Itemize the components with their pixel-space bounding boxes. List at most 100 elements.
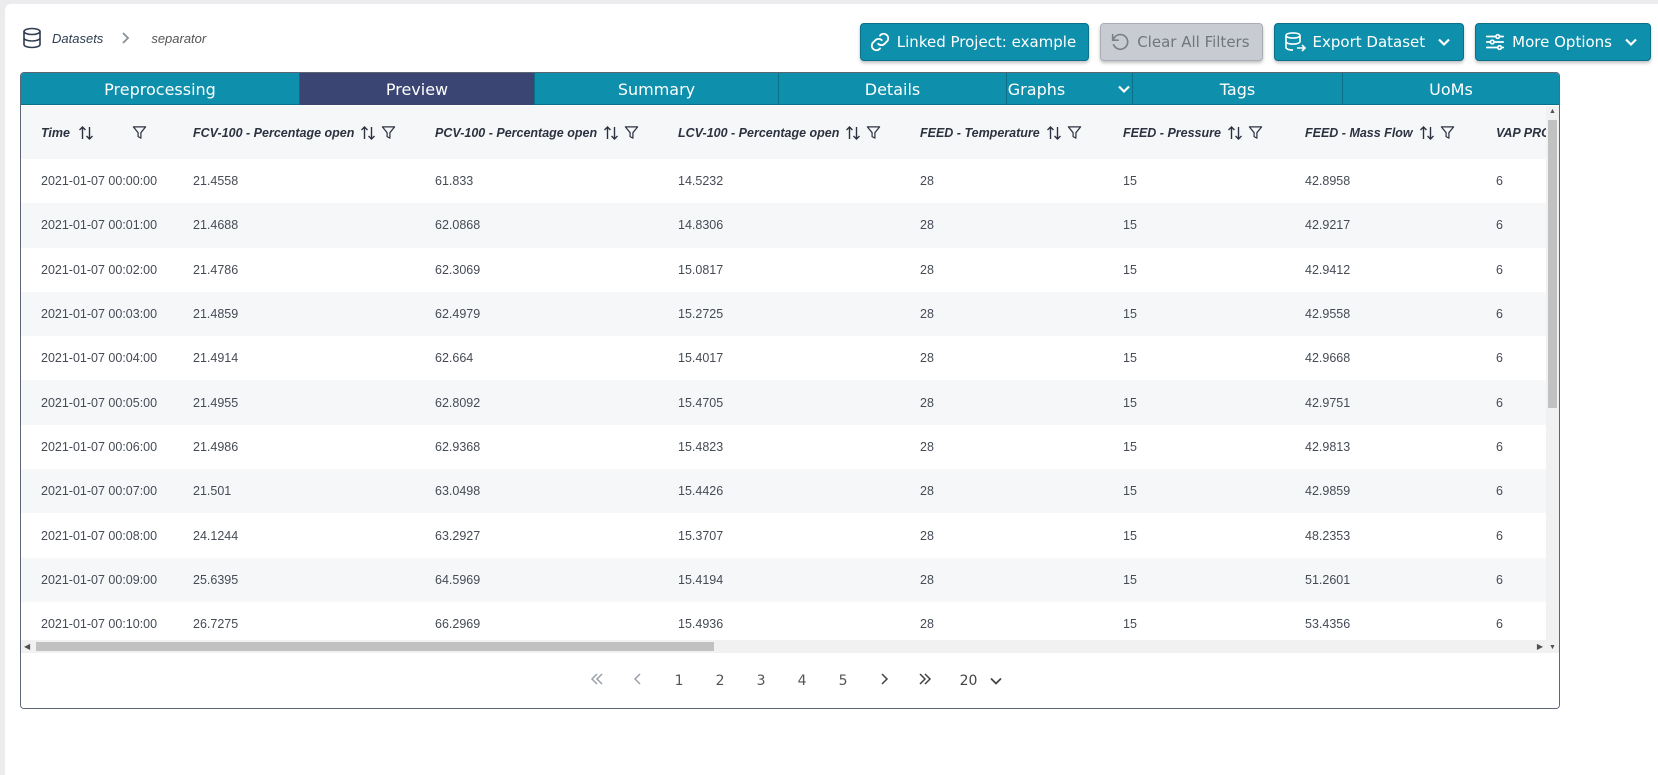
linked-project-button[interactable]: Linked Project: example — [859, 23, 1090, 61]
filter-icon[interactable] — [1248, 125, 1263, 140]
table-cell: 21.4955 — [173, 380, 415, 425]
prev-page-button[interactable] — [618, 672, 659, 689]
table-cell: 62.0868 — [415, 203, 658, 248]
column-header-label[interactable]: VAP PRO — [1496, 126, 1551, 140]
scroll-up-arrow[interactable]: ▲ — [1549, 108, 1556, 115]
page-button-1[interactable]: 1 — [659, 673, 700, 689]
page-size-select[interactable]: 20 — [960, 673, 1004, 689]
table-row[interactable]: 2021-01-07 00:02:00 21.4786 62.3069 15.0817… — [21, 247, 1559, 292]
table-row[interactable]: 2021-01-07 00:08:00 24.1244 63.2927 15.3707… — [21, 513, 1559, 558]
column-header-label[interactable]: FEED - Temperature — [920, 126, 1040, 140]
column-header-cell: FCV-100 - Percentage open — [193, 125, 415, 141]
table-cell: 28 — [900, 159, 1103, 204]
double-chevron-left-icon — [591, 672, 603, 685]
chevron-down-icon[interactable] — [1117, 82, 1131, 96]
table-cell: 62.4979 — [415, 291, 658, 337]
last-page-button[interactable] — [905, 672, 946, 689]
scroll-down-arrow[interactable]: ▼ — [1549, 644, 1556, 651]
tab-graphs[interactable]: Graphs — [1007, 73, 1133, 105]
column-header-label[interactable]: PCV-100 - Percentage open — [435, 126, 597, 140]
table-body: 2021-01-07 00:00:00 21.4558 61.833 14.5232 2… — [21, 159, 1559, 647]
table-row[interactable]: 2021-01-07 00:06:00 21.4986 62.9368 15.4823… — [21, 424, 1559, 470]
tab-tags[interactable]: Tags — [1133, 73, 1343, 105]
table-cell: 21.4558 — [173, 159, 415, 204]
horizontal-scrollbar[interactable]: ◀ ▶ — [21, 640, 1546, 653]
filter-icon[interactable] — [132, 125, 147, 140]
table-cell: 42.9412 — [1285, 247, 1476, 292]
horizontal-scroll-thumb[interactable] — [36, 642, 714, 651]
sort-icon[interactable] — [360, 125, 376, 141]
sort-icon[interactable] — [1419, 125, 1435, 141]
table-row[interactable]: 2021-01-07 00:07:00 21.501 63.0498 15.4426 2… — [21, 469, 1559, 514]
column-header-label[interactable]: Time — [41, 126, 70, 140]
column-header-label[interactable]: FEED - Mass Flow — [1305, 126, 1413, 140]
table-cell: 15 — [1103, 557, 1285, 602]
page-button-4[interactable]: 4 — [782, 673, 823, 689]
chevron-right-icon — [122, 32, 130, 44]
column-header-label[interactable]: FEED - Pressure — [1123, 126, 1221, 140]
table-cell: 28 — [900, 336, 1103, 381]
sliders-icon — [1486, 33, 1505, 51]
scroll-left-arrow[interactable]: ◀ — [24, 642, 30, 651]
sort-icon[interactable] — [603, 125, 619, 141]
next-page-button[interactable] — [864, 672, 905, 689]
sort-icon[interactable] — [1046, 125, 1062, 141]
table-row[interactable]: 2021-01-07 00:00:00 21.4558 61.833 14.5232 2… — [21, 159, 1559, 204]
tab-summary[interactable]: Summary — [535, 73, 779, 105]
table-cell: 2021-01-07 00:04:00 — [21, 336, 173, 381]
table-cell: 15.4017 — [658, 336, 900, 381]
vertical-scrollbar[interactable]: ▲ ▼ — [1546, 106, 1559, 653]
column-header-label[interactable]: LCV-100 - Percentage open — [678, 126, 839, 140]
data-grid: Time FCV-100 - Percentage open PCV-100 - P… — [21, 106, 1559, 653]
page-button-3[interactable]: 3 — [741, 673, 782, 689]
filter-icon[interactable] — [1067, 125, 1082, 140]
tab-preprocessing[interactable]: Preprocessing — [21, 73, 300, 105]
table-cell: 21.4786 — [173, 247, 415, 292]
table-row[interactable]: 2021-01-07 00:09:00 25.6395 64.5969 15.4194… — [21, 557, 1559, 602]
sort-icon[interactable] — [845, 125, 861, 141]
export-dataset-label: Export Dataset — [1312, 33, 1426, 51]
tab-details[interactable]: Details — [779, 73, 1007, 105]
table-cell: 21.4859 — [173, 291, 415, 337]
scroll-right-arrow[interactable]: ▶ — [1537, 642, 1543, 651]
table-row[interactable]: 2021-01-07 00:04:00 21.4914 62.664 15.4017 2… — [21, 336, 1559, 381]
table-cell: 15.0817 — [658, 247, 900, 292]
breadcrumb-datasets-link[interactable]: Datasets — [52, 31, 103, 46]
table-cell: 15 — [1103, 159, 1285, 204]
more-options-button[interactable]: More Options — [1475, 23, 1651, 61]
table-cell: 62.9368 — [415, 424, 658, 470]
clear-all-filters-button[interactable]: Clear All Filters — [1100, 23, 1263, 61]
toolbar: Linked Project: example Clear All Filter… — [859, 23, 1651, 61]
header-row: Time FCV-100 - Percentage open PCV-100 - P… — [21, 106, 1559, 159]
filter-icon[interactable] — [381, 125, 396, 140]
tab-label: Graphs — [1007, 79, 1066, 99]
table-row[interactable]: 2021-01-07 00:03:00 21.4859 62.4979 15.2725… — [21, 291, 1559, 337]
first-page-button[interactable] — [577, 672, 618, 689]
filter-icon[interactable] — [1440, 125, 1455, 140]
sort-icon[interactable] — [1227, 125, 1243, 141]
page-button-5[interactable]: 5 — [823, 673, 864, 689]
table-cell: 21.501 — [173, 469, 415, 514]
table-row[interactable]: 2021-01-07 00:01:00 21.4688 62.0868 14.8306… — [21, 203, 1559, 248]
table-cell: 2021-01-07 00:03:00 — [21, 291, 173, 337]
pagination: 1 2 3 4 5 20 — [21, 653, 1559, 708]
table-cell: 2021-01-07 00:06:00 — [21, 424, 173, 470]
tab-label: Tags — [1219, 79, 1256, 99]
table-cell: 48.2353 — [1285, 513, 1476, 558]
table-row[interactable]: 2021-01-07 00:05:00 21.4955 62.8092 15.4705… — [21, 380, 1559, 425]
table-cell: 62.8092 — [415, 380, 658, 425]
filter-icon[interactable] — [866, 125, 881, 140]
sort-icon[interactable] — [78, 125, 94, 141]
column-header-label[interactable]: FCV-100 - Percentage open — [193, 126, 354, 140]
column-header: FEED - Mass Flow — [1285, 106, 1476, 159]
table-cell: 42.9813 — [1285, 424, 1476, 470]
page-button-2[interactable]: 2 — [700, 673, 741, 689]
filter-icon[interactable] — [624, 125, 639, 140]
column-header-cell: FEED - Mass Flow — [1305, 125, 1476, 141]
table-cell: 42.9859 — [1285, 469, 1476, 514]
export-dataset-button[interactable]: Export Dataset — [1273, 23, 1465, 61]
table-cell: 14.5232 — [658, 159, 900, 204]
tab-preview[interactable]: Preview — [300, 73, 535, 105]
vertical-scroll-thumb[interactable] — [1548, 120, 1557, 408]
tab-uoms[interactable]: UoMs — [1343, 73, 1559, 105]
